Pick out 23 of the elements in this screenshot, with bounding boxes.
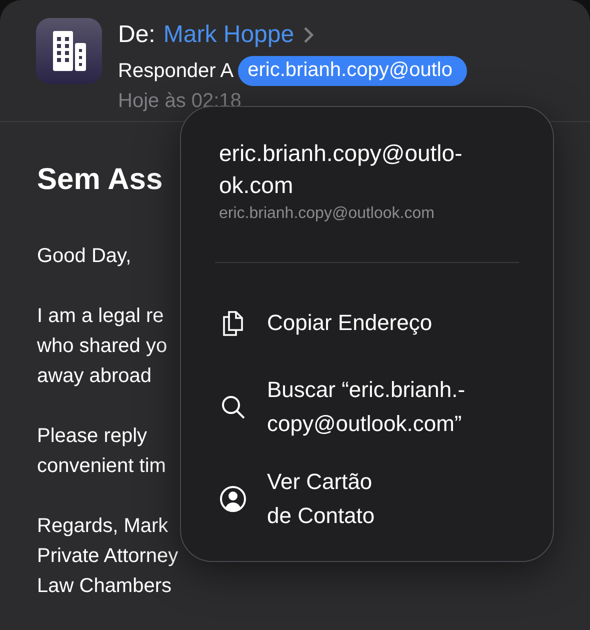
search-icon xyxy=(219,393,247,421)
from-label: De: xyxy=(118,21,156,49)
body-text-line: convenient tim xyxy=(37,454,166,479)
buildings-icon xyxy=(51,29,87,73)
body-text-line: Private Attorney xyxy=(37,544,178,569)
menu-subtitle: eric.brianh.copy@outlook.com xyxy=(219,205,436,223)
body-text-line: who shared yo xyxy=(37,334,168,359)
menu-title: eric.brianh.copy@outlo- ok.com xyxy=(219,139,464,200)
subject-heading: Sem Ass xyxy=(37,163,163,197)
menu-item[interactable]: Copiar Endereço xyxy=(267,306,432,340)
body-text-line: Regards, Mark xyxy=(37,514,168,539)
body-text-line: Please reply xyxy=(37,424,148,449)
menu-item[interactable]: Buscar “eric.brianh.- copy@outlook.com” xyxy=(267,373,466,441)
body-text-line: Law Chambers xyxy=(37,574,172,599)
reply-to-label: Responder A xyxy=(118,60,234,82)
sender-name[interactable]: Mark Hoppe xyxy=(163,21,294,49)
chevron-right-icon xyxy=(302,26,314,44)
reply-to-address[interactable]: eric.brianh.copy@outlo xyxy=(238,56,466,86)
menu-item[interactable]: Ver Cartão de Contato xyxy=(267,465,375,533)
body-text-line: I am a legal re xyxy=(37,304,164,329)
body-text-line: Good Day, xyxy=(37,244,132,269)
person-circle-icon xyxy=(219,485,247,513)
body-text-line: away abroad xyxy=(37,364,152,389)
